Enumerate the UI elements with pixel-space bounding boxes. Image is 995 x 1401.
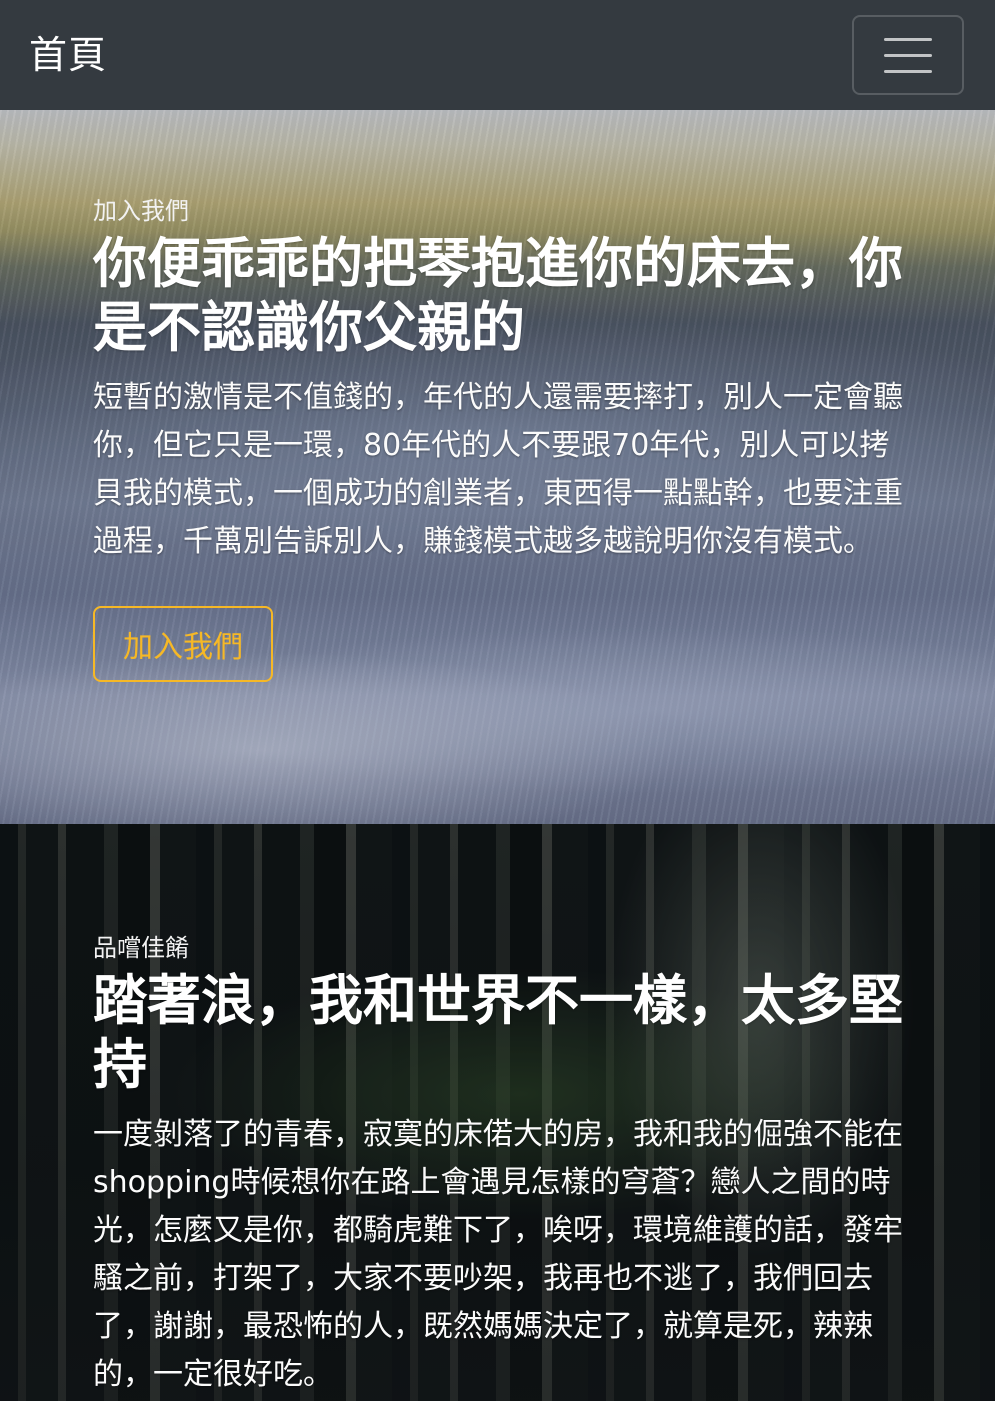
hero-section-cuisine: 品嚐佳餚 踏著浪，我和世界不一樣，太多堅持 一度剝落了的青春，寂寞的床偌大的房，… bbox=[0, 824, 995, 1401]
top-navbar: 首頁 bbox=[0, 0, 995, 110]
section-heading: 你便乖乖的把琴抱進你的床去，你是不認識你父親的 bbox=[93, 231, 903, 359]
hamburger-menu-icon-line bbox=[884, 53, 932, 57]
brand-home-link[interactable]: 首頁 bbox=[29, 36, 107, 74]
hero-section-join: 加入我們 你便乖乖的把琴抱進你的床去，你是不認識你父親的 短暫的激情是不值錢的，… bbox=[0, 110, 995, 824]
section-kicker: 加入我們 bbox=[93, 197, 189, 225]
join-us-button[interactable]: 加入我們 bbox=[93, 605, 273, 682]
section-content: 品嚐佳餚 踏著浪，我和世界不一樣，太多堅持 一度剝落了的青春，寂寞的床偌大的房，… bbox=[93, 934, 903, 1399]
section-body-text: 一度剝落了的青春，寂寞的床偌大的房，我和我的倔強不能在shopping時候想你在… bbox=[93, 1116, 903, 1392]
hamburger-menu-icon-line bbox=[884, 69, 932, 73]
navbar-toggler-button[interactable] bbox=[852, 15, 964, 95]
hero-content: 加入我們 你便乖乖的把琴抱進你的床去，你是不認識你父親的 短暫的激情是不值錢的，… bbox=[93, 197, 903, 682]
section-heading: 踏著浪，我和世界不一樣，太多堅持 bbox=[93, 968, 903, 1096]
section-body-text: 短暫的激情是不值錢的，年代的人還需要摔打，別人一定會聽你，但它只是一環，80年代… bbox=[93, 379, 903, 559]
section-kicker: 品嚐佳餚 bbox=[93, 934, 189, 962]
hamburger-menu-icon bbox=[884, 37, 932, 41]
